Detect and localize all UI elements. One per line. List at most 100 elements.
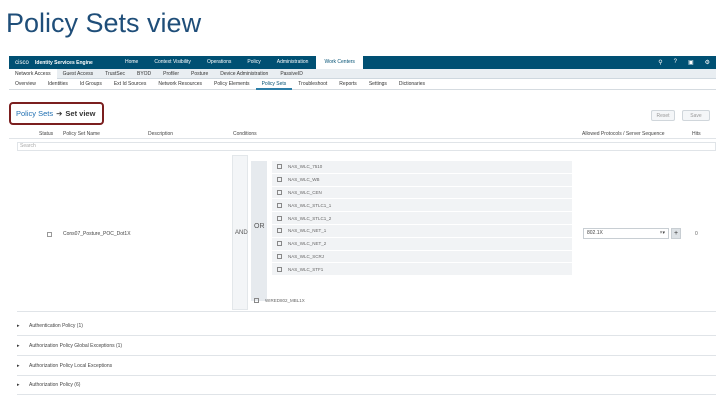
condition-list: NAS_WLC_7510 NAS_WLC_WB NAS_WLC_CEN NAS_…: [272, 161, 572, 277]
add-protocol-button[interactable]: +: [671, 228, 681, 239]
condition-label: NAS_WLC_SCRJ: [288, 253, 325, 259]
allowed-protocols-value: 802.1X: [587, 230, 603, 236]
ise-window: cisco Identity Services Engine Home Cont…: [9, 56, 716, 400]
chevron-right-icon: ▸: [17, 363, 20, 369]
nav-home[interactable]: Home: [117, 56, 146, 69]
subnav-profiler[interactable]: Profiler: [157, 69, 185, 79]
chevron-right-icon: ▸: [17, 382, 20, 388]
condition-item[interactable]: NAS_WLC_STF1: [272, 263, 572, 277]
conditions-block[interactable]: AND OR NAS_WLC_7510 NAS_WLC_WB NAS_WLC_C…: [232, 155, 572, 310]
or-operator-block: OR: [251, 161, 267, 301]
subnav-posture[interactable]: Posture: [185, 69, 214, 79]
tab-troubleshoot[interactable]: Troubleshoot: [292, 79, 333, 90]
nav-work-centers[interactable]: Work Centers: [316, 56, 363, 69]
cisco-logo: cisco: [15, 59, 29, 66]
condition-item[interactable]: NAS_WLC_STLC1_2: [272, 212, 572, 225]
chevron-right-icon: ▸: [17, 343, 20, 349]
condition-item[interactable]: NAS_WLC_WB: [272, 173, 572, 187]
tab-reports[interactable]: Reports: [333, 79, 363, 90]
table-header: Status Policy Set Name Description Condi…: [9, 129, 716, 139]
condition-label: NAS_WLC_STLC1_1: [288, 202, 332, 208]
breadcrumb: Policy Sets ➔ Set view: [9, 102, 104, 125]
reset-button[interactable]: Reset: [651, 110, 675, 121]
condition-label: NAS_WLC_NET_2: [288, 241, 327, 247]
subnav-passiveid[interactable]: PassiveID: [274, 69, 309, 79]
tab-bar: Overview Identities Id Groups Ext Id Sou…: [9, 79, 716, 90]
tab-policy-elements[interactable]: Policy Elements: [208, 79, 256, 90]
section-authorization-local-exceptions[interactable]: ▸ Authorization Policy Local Exceptions: [17, 357, 716, 376]
tab-network-resources[interactable]: Network Resources: [152, 79, 208, 90]
subnav-byod[interactable]: BYOD: [131, 69, 157, 79]
tab-id-groups[interactable]: Id Groups: [74, 79, 108, 90]
search-icon[interactable]: ⚲: [658, 59, 662, 66]
nav-administration[interactable]: Administration: [269, 56, 317, 69]
condition-item[interactable]: NAS_WLC_SCRJ: [272, 250, 572, 264]
condition-label: NAS_WLC_WB: [288, 177, 320, 183]
help-icon[interactable]: ?: [674, 59, 677, 66]
allowed-protocols-select[interactable]: 802.1X ×▾: [583, 228, 669, 239]
sub-navigation: Network Access Guest Access TrustSec BYO…: [9, 68, 716, 79]
header-hits: Hits: [692, 131, 701, 137]
tab-ext-id-sources[interactable]: Ext Id Sources: [108, 79, 153, 90]
condition-icon: [277, 215, 282, 221]
condition-item[interactable]: NAS_WLC_NET_2: [272, 237, 572, 251]
nav-operations[interactable]: Operations: [199, 56, 239, 69]
condition-item[interactable]: NAS_WLC_STLC1_1: [272, 199, 572, 213]
section-authorization-policy[interactable]: ▸ Authorization Policy (6): [17, 376, 716, 395]
condition-icon: [277, 202, 282, 208]
brand-name: Identity Services Engine: [35, 59, 93, 66]
section-authorization-global-exceptions[interactable]: ▸ Authorization Policy Global Exceptions…: [17, 337, 716, 356]
slide-title: Policy Sets view: [6, 8, 202, 38]
arrow-right-icon: ➔: [56, 109, 63, 118]
condition-icon: [277, 177, 282, 183]
section-label: Authentication Policy (1): [29, 323, 83, 329]
condition-item[interactable]: WIRED802_MBL1X: [254, 298, 305, 303]
tab-settings[interactable]: Settings: [363, 79, 393, 90]
condition-label: WIRED802_MBL1X: [265, 298, 305, 303]
status-checkbox[interactable]: [47, 232, 52, 237]
condition-icon: [254, 298, 259, 303]
header-description: Description: [148, 131, 174, 137]
search-input[interactable]: Search: [17, 142, 716, 151]
nav-context-visibility[interactable]: Context Visibility: [146, 56, 199, 69]
nav-policy[interactable]: Policy: [239, 56, 268, 69]
and-label: AND: [235, 230, 248, 236]
or-label: OR: [254, 223, 265, 230]
condition-label: NAS_WLC_STF1: [288, 266, 324, 272]
top-navigation: cisco Identity Services Engine Home Cont…: [9, 56, 716, 69]
gear-icon[interactable]: ⚙: [705, 59, 710, 66]
subnav-guest-access[interactable]: Guest Access: [57, 69, 100, 79]
chevron-down-icon: ×▾: [659, 230, 665, 236]
and-operator-block: AND: [232, 155, 248, 310]
condition-label: NAS_WLC_NET_1: [288, 228, 327, 234]
tab-dictionaries[interactable]: Dictionaries: [393, 79, 431, 90]
save-button[interactable]: Save: [682, 110, 710, 121]
condition-icon: [277, 253, 282, 259]
condition-icon: [277, 241, 282, 247]
section-label: Authorization Policy Local Exceptions: [29, 363, 113, 369]
condition-label: NAS_WLC_CEN: [288, 189, 322, 195]
tab-policy-sets[interactable]: Policy Sets: [255, 79, 293, 90]
breadcrumb-policy-sets-link[interactable]: Policy Sets: [16, 109, 53, 118]
condition-label: NAS_WLC_7510: [288, 164, 323, 170]
condition-icon: [277, 228, 282, 234]
tab-identities[interactable]: Identities: [42, 79, 74, 90]
terminal-icon[interactable]: ▣: [688, 59, 694, 66]
subnav-network-access[interactable]: Network Access: [9, 68, 57, 79]
condition-icon: [277, 189, 282, 195]
section-label: Authorization Policy Global Exceptions (…: [29, 343, 123, 349]
condition-icon: [277, 266, 282, 272]
condition-item[interactable]: NAS_WLC_NET_1: [272, 224, 572, 238]
breadcrumb-current: Set view: [65, 109, 96, 118]
header-conditions: Conditions: [233, 131, 257, 137]
subnav-trustsec[interactable]: TrustSec: [99, 69, 131, 79]
section-label: Authorization Policy (6): [29, 382, 81, 388]
tab-overview[interactable]: Overview: [9, 79, 42, 90]
subnav-device-administration[interactable]: Device Administration: [214, 69, 274, 79]
condition-item[interactable]: NAS_WLC_CEN: [272, 186, 572, 200]
policy-set-name[interactable]: Cons07_Posture_POC_Dot1X: [63, 231, 131, 237]
section-authentication-policy[interactable]: ▸ Authentication Policy (1): [17, 317, 716, 336]
header-allowed-protocols: Allowed Protocols / Server Sequence: [582, 131, 665, 137]
condition-label: NAS_WLC_STLC1_2: [288, 215, 332, 221]
condition-item[interactable]: NAS_WLC_7510: [272, 161, 572, 174]
